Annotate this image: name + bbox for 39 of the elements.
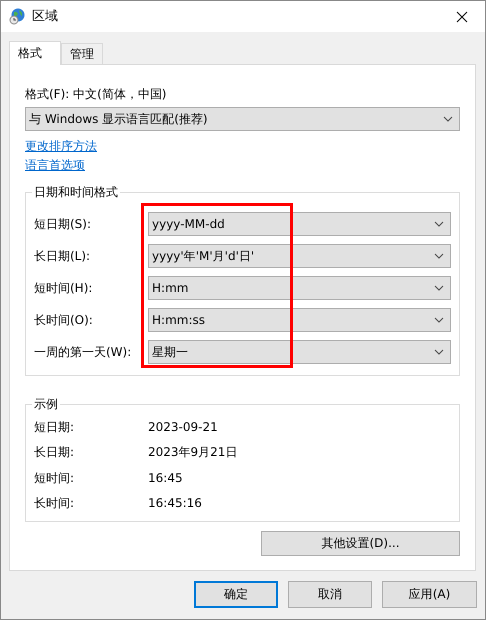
example-label: 长时间: (34, 496, 76, 511)
example-value: 2023-09-21 (148, 420, 218, 434)
chevron-down-icon (434, 317, 444, 324)
example-label: 短时间: (34, 470, 76, 486)
tab[interactable]: 管理 (61, 43, 103, 64)
group-title: 日期和时间格式 (33, 186, 119, 198)
field-label: 一周的第一天(W): (34, 344, 132, 360)
dropdown[interactable]: H:mm (148, 276, 451, 300)
link[interactable]: 更改排序方法 (25, 139, 97, 154)
field-label: 长时间(O): (34, 312, 94, 328)
dropdown[interactable]: 与 Windows 显示语言匹配(推荐) (25, 107, 460, 132)
dialog-button[interactable]: 确定 (194, 581, 278, 608)
dialog-button[interactable]: 取消 (288, 581, 372, 608)
example-value: 16:45:16 (148, 496, 202, 511)
format-label: 格式(F): 中文(简体，中国) (25, 87, 166, 102)
tab[interactable]: 格式 (9, 41, 61, 65)
example-label: 长日期: (34, 445, 76, 460)
globe-icon (9, 8, 26, 25)
field-label: 短日期(S): (34, 216, 92, 232)
close-icon (456, 10, 468, 22)
chevron-down-icon (434, 253, 444, 260)
field-label: 短时间(H): (34, 280, 94, 296)
window-title: 区域 (32, 8, 58, 24)
additional-settings-button[interactable]: 其他设置(D)... (261, 531, 460, 556)
chevron-down-icon (434, 285, 444, 292)
group-title: 示例 (33, 398, 59, 410)
example-value: 2023年9月21日 (148, 445, 238, 460)
example-label: 短日期: (34, 420, 76, 434)
dropdown[interactable]: H:mm:ss (148, 308, 451, 332)
chevron-down-icon (443, 116, 453, 122)
chevron-down-icon (434, 349, 444, 356)
field-label: 长日期(L): (34, 248, 92, 264)
chevron-down-icon (434, 221, 444, 228)
dropdown[interactable]: yyyy-MM-dd (148, 212, 451, 236)
dropdown[interactable]: yyyy'年'M'月'd'日' (148, 244, 451, 268)
dropdown[interactable]: 星期一 (148, 340, 451, 364)
example-value: 16:45 (148, 470, 183, 486)
link[interactable]: 语言首选项 (25, 158, 85, 172)
dialog-button[interactable]: 应用(A) (382, 581, 477, 608)
